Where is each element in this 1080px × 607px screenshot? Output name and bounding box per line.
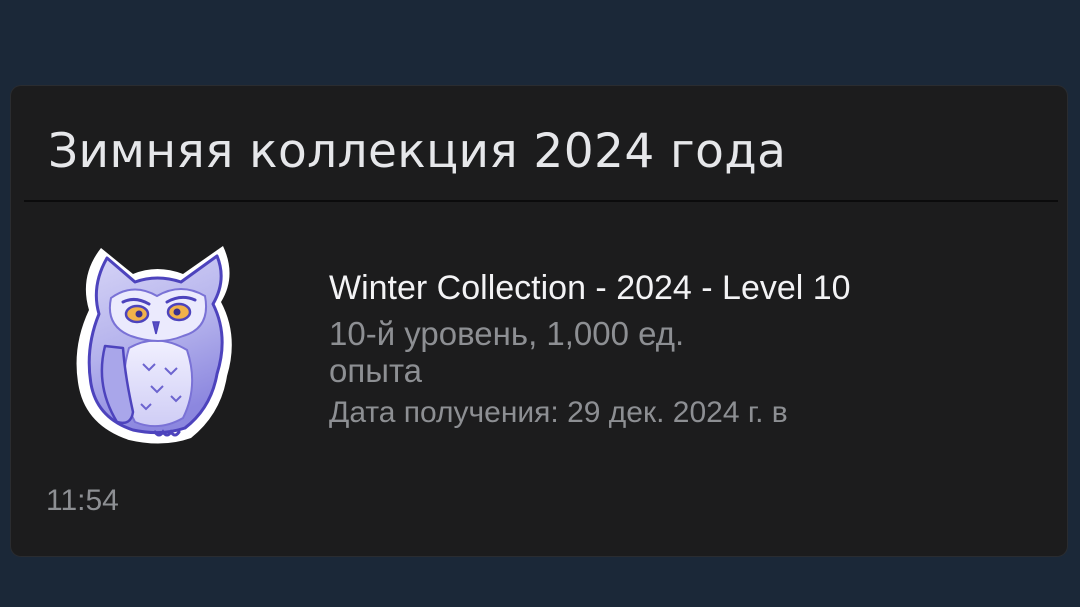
owl-illustration <box>76 246 232 444</box>
badge-xp: 10-й уровень, 1,000 ед. опыта <box>329 315 685 389</box>
badge-name: Winter Collection - 2024 - Level 10 <box>329 269 851 307</box>
title-divider <box>24 200 1058 202</box>
badge-card: Зимняя коллекция 2024 года Winter Collec… <box>11 86 1067 556</box>
unlocked-time: 11:54 <box>46 484 119 517</box>
unlocked-date: Дата получения: 29 дек. 2024 г. в <box>329 396 788 429</box>
collection-title: Зимняя коллекция 2024 года <box>48 124 787 179</box>
badge-info: Winter Collection - 2024 - Level 10 10-й… <box>329 270 889 430</box>
owl-badge-icon[interactable] <box>71 236 239 448</box>
